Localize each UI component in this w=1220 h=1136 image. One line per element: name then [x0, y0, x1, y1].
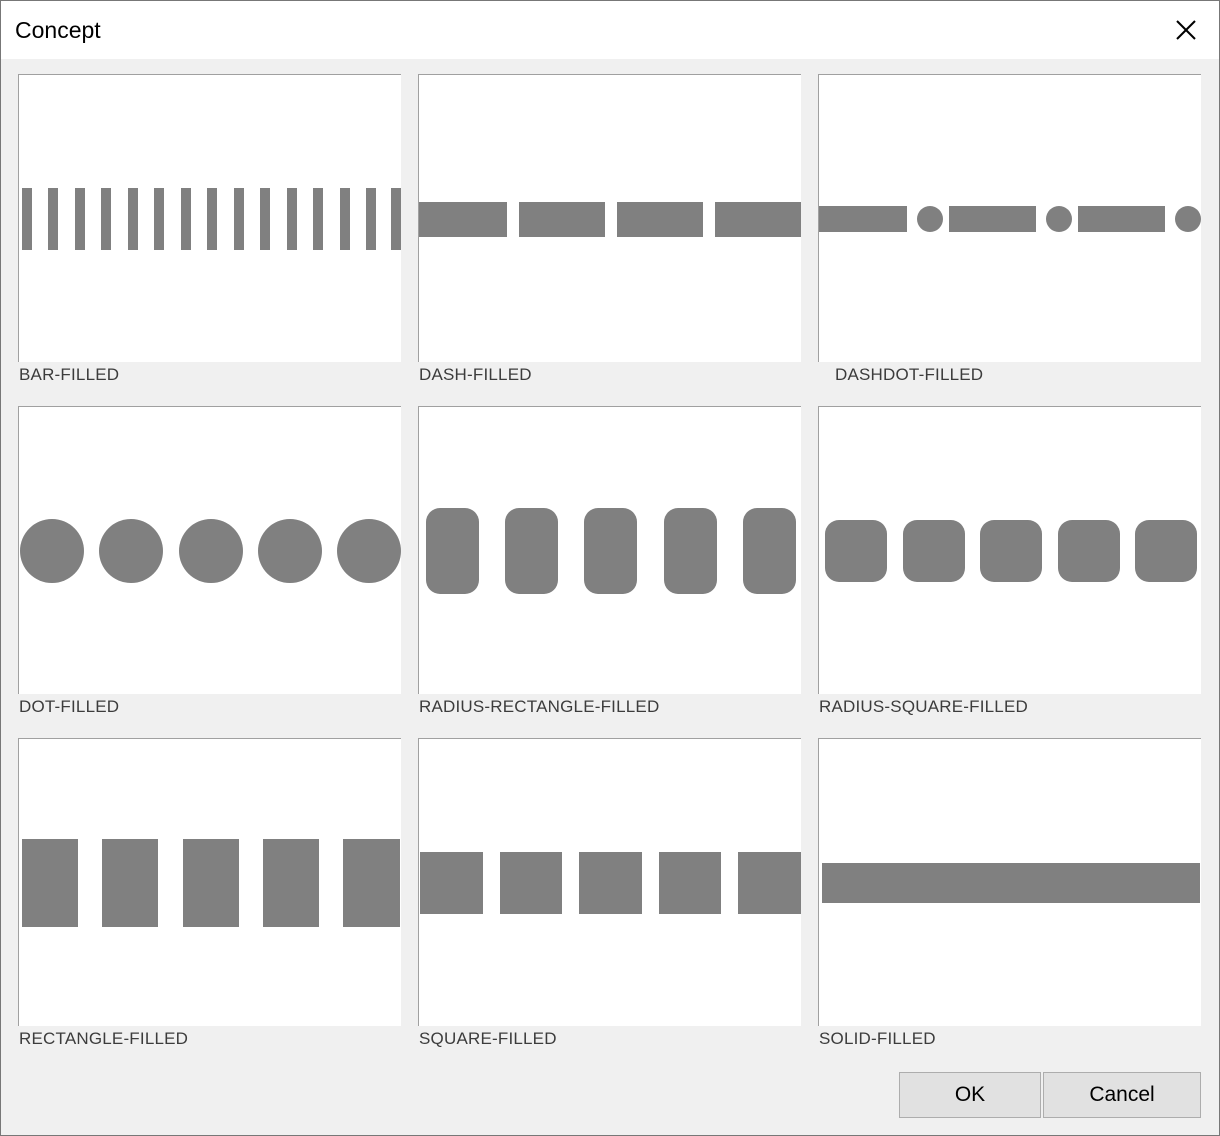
- tile-radius-rectangle-filled[interactable]: [418, 406, 801, 694]
- bar-filled-pattern: [22, 188, 401, 250]
- tile-dash-filled[interactable]: [418, 74, 801, 362]
- close-button[interactable]: [1153, 1, 1219, 59]
- tile-caption-dot-filled: DOT-FILLED: [19, 697, 120, 716]
- dashdot-filled-preview: [819, 206, 1201, 232]
- cancel-button[interactable]: Cancel: [1043, 1072, 1201, 1118]
- tile-solid-filled[interactable]: [818, 738, 1201, 1026]
- dash-filled-preview: [419, 202, 801, 237]
- solid-filled-preview: [822, 863, 1200, 903]
- rectangle-filled-preview: [22, 839, 400, 927]
- tile-dashdot-filled[interactable]: [818, 74, 1201, 362]
- radius-rectangle-filled-preview: [426, 508, 796, 594]
- solid-filled-pattern: [822, 863, 1200, 903]
- ok-button[interactable]: OK: [899, 1072, 1041, 1118]
- concept-dialog: Concept BAR-FILLED DASH-FILLED DASHDOT-F…: [0, 0, 1220, 1136]
- tile-caption-dashdot-filled: DASHDOT-FILLED: [835, 365, 984, 384]
- tile-caption-dash-filled: DASH-FILLED: [419, 365, 532, 384]
- rectangle-filled-pattern: [22, 839, 400, 927]
- tile-caption-radius-square-filled: RADIUS-SQUARE-FILLED: [819, 697, 1028, 716]
- dashdot-filled-pattern: [819, 206, 1201, 232]
- tile-bar-filled[interactable]: [18, 74, 401, 362]
- radius-square-filled-pattern: [825, 520, 1197, 582]
- bar-filled-preview: [22, 188, 401, 250]
- close-icon: [1176, 20, 1196, 40]
- tile-caption-solid-filled: SOLID-FILLED: [819, 1029, 936, 1048]
- radius-rectangle-filled-pattern: [426, 508, 796, 594]
- square-filled-preview: [420, 852, 801, 914]
- dash-filled-pattern: [419, 202, 801, 237]
- tile-caption-bar-filled: BAR-FILLED: [19, 365, 120, 384]
- tile-dot-filled[interactable]: [18, 406, 401, 694]
- tile-caption-rectangle-filled: RECTANGLE-FILLED: [19, 1029, 189, 1048]
- radius-square-filled-preview: [825, 520, 1197, 582]
- tile-caption-square-filled: SQUARE-FILLED: [419, 1029, 557, 1048]
- square-filled-pattern: [420, 852, 801, 914]
- dot-filled-preview: [20, 519, 401, 583]
- dot-filled-pattern: [20, 519, 401, 583]
- tile-radius-square-filled[interactable]: [818, 406, 1201, 694]
- tile-square-filled[interactable]: [418, 738, 801, 1026]
- dialog-title: Concept: [15, 17, 101, 43]
- tile-rectangle-filled[interactable]: [18, 738, 401, 1026]
- title-bar: Concept: [1, 1, 1219, 59]
- tile-caption-radius-rectangle-filled: RADIUS-RECTANGLE-FILLED: [419, 697, 660, 716]
